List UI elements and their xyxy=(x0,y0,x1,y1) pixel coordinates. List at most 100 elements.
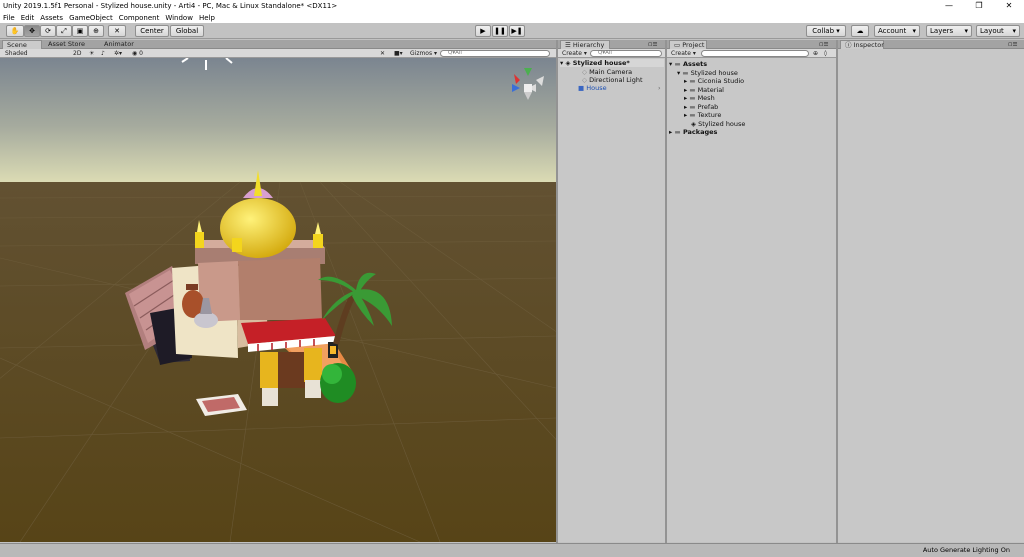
hidden-objects-icon[interactable]: ◉ 0 xyxy=(132,50,143,57)
pause-button[interactable]: ❚❚ xyxy=(492,25,508,37)
minimize-button[interactable]: — xyxy=(934,0,964,12)
menu-gameobject[interactable]: GameObject xyxy=(66,14,116,22)
chevron-down-icon: ▾ xyxy=(912,27,916,35)
tools-icon[interactable]: ✕ xyxy=(380,50,385,57)
rotate-tool-icon[interactable]: ⟳ xyxy=(40,25,56,37)
filter-type-icon[interactable]: ⊕ xyxy=(813,50,818,57)
hierarchy-item-label: House xyxy=(586,84,607,92)
title-bar: Unity 2019.1.5f1 Personal - Stylized hou… xyxy=(0,0,1024,12)
hand-tool-icon[interactable]: ✋ xyxy=(6,25,24,37)
layout-label: Layout xyxy=(980,27,1004,35)
tree-item-prefab[interactable]: ▸ ▬ Prefab xyxy=(684,103,718,111)
expand-arrow-icon: ▾ xyxy=(560,59,564,67)
tree-item-stylized-house-folder[interactable]: ▾ ▬ Stylized house xyxy=(677,69,738,77)
effects-icon[interactable]: ✲▾ xyxy=(114,50,122,57)
layout-dropdown[interactable]: Layout ▾ xyxy=(976,25,1020,37)
tab-animator[interactable]: Animator xyxy=(100,40,138,49)
gizmos-dropdown[interactable]: Gizmos ▾ xyxy=(410,50,437,57)
hierarchy-search-input[interactable]: Q▾All xyxy=(590,50,662,57)
unity-scene-icon: ◈ xyxy=(691,120,696,128)
hierarchy-item-directional-light[interactable]: ◇ Directional Light xyxy=(582,76,643,84)
lock-icon[interactable]: ▫≡ xyxy=(644,40,662,49)
expand-arrow-icon: ▸ xyxy=(684,94,688,102)
maximize-button[interactable]: ❐ xyxy=(964,0,994,12)
tree-item-label: Prefab xyxy=(697,103,719,111)
tree-item-packages[interactable]: ▸ ▬ Packages xyxy=(669,128,717,136)
window-title: Unity 2019.1.5f1 Personal - Stylized hou… xyxy=(3,2,338,10)
inspector-panel xyxy=(838,49,1024,542)
menu-component[interactable]: Component xyxy=(116,14,163,22)
pivot-global-toggle[interactable]: Global xyxy=(170,25,204,37)
tree-item-label: Texture xyxy=(697,111,722,119)
hierarchy-item-main-camera[interactable]: ◇ Main Camera xyxy=(582,68,632,76)
tree-item-stylized-house-scene[interactable]: ◈ Stylized house xyxy=(691,120,745,128)
scene-root-label: Stylized house* xyxy=(572,59,630,67)
lock-icon[interactable]: ▫≡ xyxy=(815,40,833,49)
sky xyxy=(0,58,556,183)
tree-item-assets[interactable]: ▾ ▬ Assets xyxy=(669,60,707,68)
close-button[interactable]: ✕ xyxy=(994,0,1024,12)
window-controls: — ❐ ✕ xyxy=(934,0,1024,12)
menu-edit[interactable]: Edit xyxy=(18,14,38,22)
tree-item-ciconia-studio[interactable]: ▸ ▬ Ciconia Studio xyxy=(684,77,744,85)
custom-tool-icon[interactable]: ✕ xyxy=(108,25,126,37)
rect-tool-icon[interactable]: ▣ xyxy=(72,25,88,37)
hierarchy-tabs: ☰ Hierarchy ▫≡ xyxy=(558,40,665,49)
light-icon[interactable]: ☀ xyxy=(89,50,94,57)
project-toolbar: Create ▾ ⊕ ◊ xyxy=(667,49,836,58)
tree-item-texture[interactable]: ▸ ▬ Texture xyxy=(684,111,721,119)
layers-label: Layers xyxy=(930,27,954,35)
menu-assets[interactable]: Assets xyxy=(37,14,66,22)
audio-icon[interactable]: ♪ xyxy=(101,50,105,57)
status-text: Auto Generate Lighting On xyxy=(922,546,1010,554)
tree-item-label: Packages xyxy=(682,128,718,136)
layers-dropdown[interactable]: Layers ▾ xyxy=(926,25,972,37)
tree-item-material[interactable]: ▸ ▬ Material xyxy=(684,86,724,94)
lock-icon[interactable]: ▫≡ xyxy=(1004,40,1022,49)
hierarchy-tab-label: Hierarchy xyxy=(572,41,605,49)
hierarchy-create-dropdown[interactable]: Create ▾ xyxy=(562,50,587,57)
expand-arrow-icon: ▸ xyxy=(684,77,688,85)
scene-root-row[interactable]: ▾ ◈ Stylized house* xyxy=(560,59,664,67)
account-label: Account xyxy=(878,27,907,35)
menu-help[interactable]: Help xyxy=(196,14,218,22)
status-bar: Auto Generate Lighting On xyxy=(0,543,1024,557)
folder-icon: ▬ xyxy=(689,77,696,85)
mode-2d-toggle[interactable]: 2D xyxy=(73,50,81,57)
project-search-input[interactable] xyxy=(701,50,809,57)
play-button[interactable]: ▶ xyxy=(475,25,491,37)
menu-file[interactable]: File xyxy=(0,14,18,22)
menu-window[interactable]: Window xyxy=(162,14,196,22)
scene-search-input[interactable]: Q▾All xyxy=(440,50,550,57)
project-create-dropdown[interactable]: Create ▾ xyxy=(671,50,696,57)
filter-label-icon[interactable]: ◊ xyxy=(824,50,827,57)
main-toolbar: ✋ ✥ ⟳ ⤢ ▣ ⊕ ✕ Center Global ▶ ❚❚ ▶❚ Coll… xyxy=(0,23,1024,39)
scale-tool-icon[interactable]: ⤢ xyxy=(56,25,72,37)
hierarchy-item-label: Main Camera xyxy=(589,68,633,76)
expand-arrow-icon: ▸ xyxy=(669,128,673,136)
tab-project[interactable]: ▭ Project xyxy=(669,40,707,49)
tab-hierarchy[interactable]: ☰ Hierarchy xyxy=(560,40,610,49)
chevron-down-icon: ▾ xyxy=(964,27,968,35)
step-button[interactable]: ▶❚ xyxy=(509,25,525,37)
hierarchy-item-house[interactable]: ■ House › xyxy=(578,84,664,92)
tab-asset-store[interactable]: Asset Store xyxy=(44,40,89,49)
scene-view[interactable] xyxy=(0,58,556,542)
cloud-icon[interactable]: ☁ xyxy=(851,25,869,37)
gameobject-icon: ◇ xyxy=(582,76,587,84)
folder-icon: ▭ xyxy=(674,41,683,49)
move-tool-icon[interactable]: ✥ xyxy=(24,25,40,37)
tree-item-label: Ciconia Studio xyxy=(697,77,745,85)
camera-icon[interactable]: ■▾ xyxy=(394,50,403,57)
account-dropdown[interactable]: Account ▾ xyxy=(874,25,920,37)
collab-dropdown[interactable]: Collab ▾ xyxy=(806,25,846,37)
transform-tool-icon[interactable]: ⊕ xyxy=(88,25,104,37)
pivot-center-toggle[interactable]: Center xyxy=(135,25,169,37)
expand-arrow-icon: ▸ xyxy=(684,86,688,94)
shading-mode-dropdown[interactable]: Shaded xyxy=(5,50,28,57)
tab-inspector[interactable]: ⓘ Inspector xyxy=(840,40,884,49)
tree-item-mesh[interactable]: ▸ ▬ Mesh xyxy=(684,94,715,102)
tab-scene[interactable]: Scene xyxy=(2,40,42,49)
expand-arrow-icon: ▸ xyxy=(684,111,688,119)
chevron-right-icon[interactable]: › xyxy=(658,84,661,92)
